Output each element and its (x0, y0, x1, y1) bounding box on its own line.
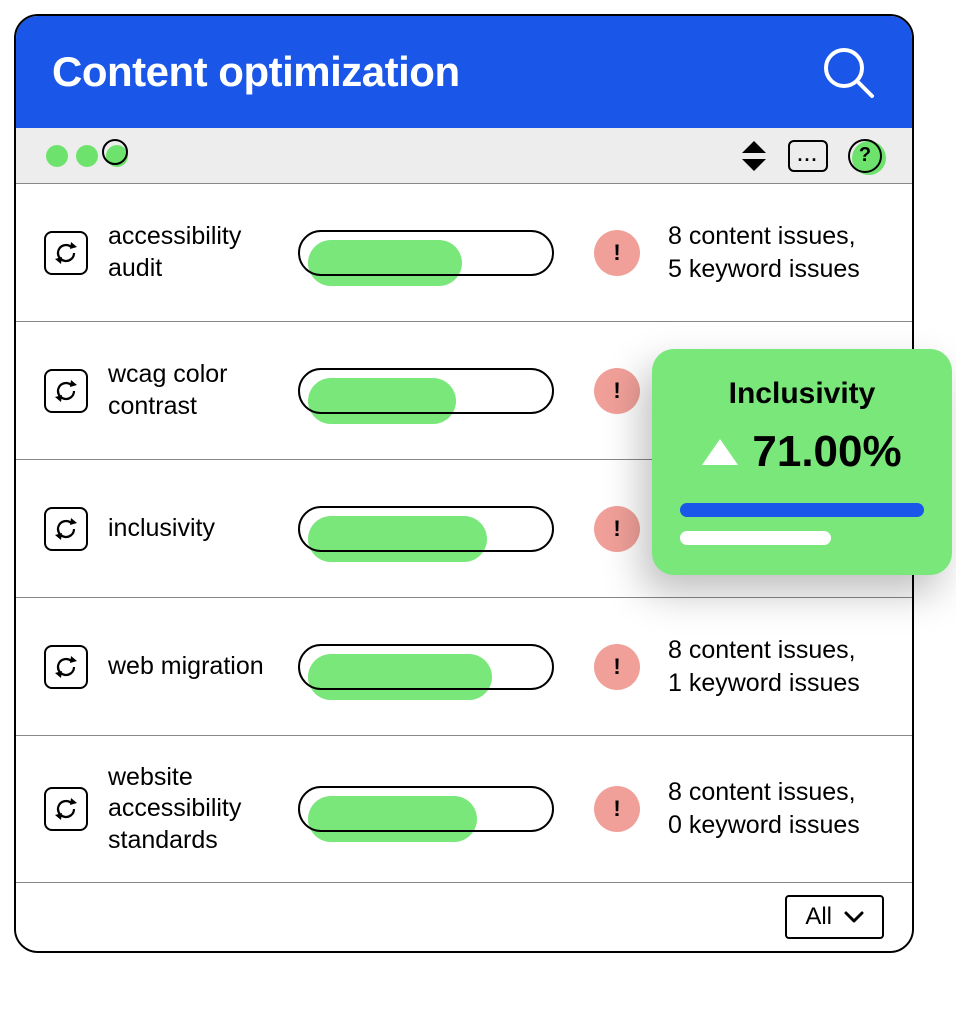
dot-icon (76, 145, 98, 167)
warning-icon[interactable]: ! (594, 644, 640, 690)
progress-outline (298, 368, 554, 414)
help-icon: ? (848, 139, 882, 173)
refresh-icon[interactable] (44, 369, 88, 413)
progress-bar (298, 506, 554, 552)
popup-title: Inclusivity (680, 377, 924, 411)
panel-footer: All (16, 883, 912, 951)
chevron-down-icon (844, 910, 864, 924)
progress-bar (298, 644, 554, 690)
table-row[interactable]: web migration ! 8 content issues, 1 keyw… (16, 598, 912, 736)
progress-bar (298, 368, 554, 414)
progress-bar (298, 230, 554, 276)
popup-bar-secondary (680, 531, 831, 545)
progress-outline (298, 786, 554, 832)
refresh-icon[interactable] (44, 645, 88, 689)
row-label: inclusivity (108, 513, 278, 544)
dot-icon (46, 145, 68, 167)
more-menu-label: ... (797, 145, 818, 166)
warning-icon[interactable]: ! (594, 506, 640, 552)
row-label: website accessibility standards (108, 762, 278, 856)
more-menu-button[interactable]: ... (788, 140, 828, 172)
refresh-icon[interactable] (44, 787, 88, 831)
panel-header: Content optimization (16, 16, 912, 128)
table-row[interactable]: accessibility audit ! 8 content issues, … (16, 184, 912, 322)
refresh-icon[interactable] (44, 231, 88, 275)
table-row[interactable]: website accessibility standards ! 8 cont… (16, 736, 912, 883)
refresh-icon[interactable] (44, 507, 88, 551)
page-title: Content optimization (52, 48, 460, 96)
inclusivity-popup[interactable]: Inclusivity 71.00% (652, 349, 952, 575)
progress-outline (298, 230, 554, 276)
help-button[interactable]: ? (848, 139, 882, 173)
popup-percent: 71.00% (752, 427, 901, 477)
trend-up-icon (702, 439, 738, 465)
progress-bar (298, 786, 554, 832)
toolbar-actions: ... ? (740, 139, 882, 173)
filter-dropdown[interactable]: All (785, 895, 884, 939)
toolbar: ... ? (16, 128, 912, 184)
popup-value-row: 71.00% (680, 427, 924, 477)
progress-outline (298, 506, 554, 552)
row-label: web migration (108, 651, 278, 682)
warning-icon[interactable]: ! (594, 786, 640, 832)
search-icon[interactable] (820, 44, 876, 100)
warning-icon[interactable]: ! (594, 230, 640, 276)
status-dots (46, 145, 128, 167)
progress-outline (298, 644, 554, 690)
warning-icon[interactable]: ! (594, 368, 640, 414)
row-label: accessibility audit (108, 221, 278, 284)
dot-outlined-icon (106, 145, 128, 167)
issues-text: 8 content issues, 0 keyword issues (668, 776, 860, 841)
filter-label: All (805, 903, 832, 931)
issues-text: 8 content issues, 1 keyword issues (668, 634, 860, 699)
sort-icon[interactable] (740, 141, 768, 171)
row-label: wcag color contrast (108, 359, 278, 422)
issues-text: 8 content issues, 5 keyword issues (668, 220, 860, 285)
popup-bar-primary (680, 503, 924, 517)
